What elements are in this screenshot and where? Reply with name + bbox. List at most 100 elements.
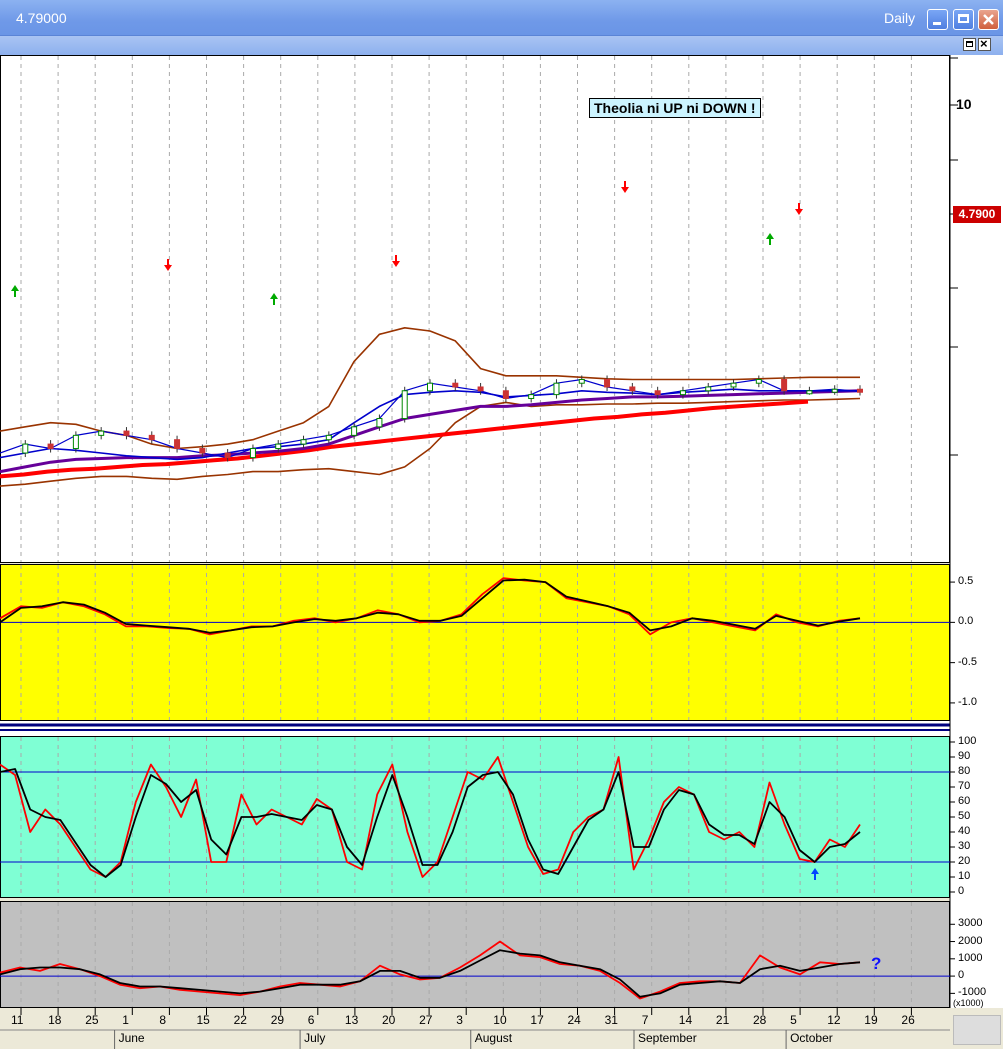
candle-body: [629, 386, 636, 392]
x-tick-label: 1: [122, 1013, 129, 1027]
x-tick-label: 28: [753, 1013, 767, 1027]
y-axis-label: 0.5: [958, 575, 974, 588]
x-month-label: July: [304, 1031, 326, 1045]
x-tick-label: 7: [641, 1013, 649, 1027]
candle-body: [224, 452, 231, 459]
candle-body: [730, 382, 737, 388]
candle-body: [123, 430, 130, 436]
x-tick-label: 20: [382, 1013, 396, 1027]
x-tick-label: 17: [530, 1013, 544, 1027]
x-tick-label: 24: [567, 1013, 581, 1027]
x-tick-label: 19: [864, 1013, 878, 1027]
candle-body: [452, 382, 459, 388]
x-tick-label: 8: [159, 1013, 167, 1027]
x-tick-label: 13: [344, 1013, 359, 1027]
question-annotation: ?: [871, 954, 882, 973]
chart-maximize-button[interactable]: [963, 38, 976, 51]
candle-body: [47, 443, 54, 450]
x-tick-label: 31: [604, 1013, 618, 1027]
x-tick-label: 15: [196, 1013, 210, 1027]
price-panel-bg: [0, 55, 950, 563]
y-axis-label: 60: [958, 795, 971, 807]
candle-body: [376, 418, 383, 428]
chart-canvas[interactable]: [0, 55, 1003, 1049]
candle-body: [427, 382, 433, 392]
maximize-button[interactable]: [953, 9, 974, 30]
candle-body: [199, 448, 206, 454]
x-month-label: September: [637, 1031, 697, 1045]
x-month-label: October: [790, 1031, 833, 1045]
candle-body: [806, 390, 813, 395]
x-tick-label: 10: [493, 1013, 507, 1027]
candle-body: [300, 439, 307, 445]
candle-body: [98, 430, 105, 436]
y-axis-label: -1.0: [958, 695, 977, 708]
chart-header-strip: [0, 36, 1003, 56]
x-tick-label: 26: [901, 1013, 915, 1027]
candle-body: [72, 434, 79, 450]
close-button[interactable]: [978, 9, 999, 30]
y-axis-label: 3000: [958, 917, 983, 930]
y-axis-label: 30: [958, 840, 971, 852]
scroll-box[interactable]: [953, 1015, 1001, 1045]
candle-body: [275, 443, 282, 450]
candle-body: [249, 448, 256, 459]
oscillator-panel-1-bg: [0, 564, 950, 721]
candle-body: [705, 386, 712, 392]
y-axis-label: 70: [958, 780, 971, 792]
candle-body: [857, 388, 863, 393]
window-title: 4.79000: [16, 10, 67, 26]
x-tick-label: 25: [85, 1013, 99, 1027]
x-tick-label: 3: [456, 1013, 463, 1027]
panel-separator: [0, 721, 950, 736]
y-axis-label: 1000: [958, 951, 983, 964]
y-axis-label: 90: [958, 750, 971, 762]
candle-body: [477, 386, 484, 392]
candle-body: [401, 390, 408, 420]
chart-annotation: Theolia ni UP ni DOWN !: [589, 98, 761, 118]
candle-body: [553, 382, 560, 396]
candle-body: [174, 439, 181, 450]
y-axis-label: 20: [958, 855, 971, 867]
x-tick-label: 12: [827, 1013, 841, 1027]
y-axis-label: -0.5: [958, 655, 977, 668]
y-axis-label: 40: [958, 825, 971, 837]
x-month-label: June: [118, 1031, 145, 1045]
volume-oscillator-panel-bg: [0, 901, 950, 1008]
y-axis-label: 0: [958, 885, 965, 897]
x-tick-label: 6: [307, 1013, 315, 1027]
y-axis-label: 0: [958, 969, 965, 982]
price-axis-label: 10: [956, 96, 972, 112]
close-icon: [983, 14, 994, 25]
candle-body: [604, 378, 611, 388]
candle-body: [578, 378, 585, 384]
candle-body: [351, 426, 358, 436]
minimize-button[interactable]: [927, 9, 948, 30]
candle-body: [325, 434, 332, 441]
y-axis-label: 0.0: [958, 615, 974, 628]
x-tick-label: 22: [233, 1013, 247, 1027]
x-tick-label: 18: [48, 1013, 62, 1027]
chart-close-button[interactable]: [978, 36, 991, 51]
x-tick-label: 29: [270, 1013, 285, 1027]
candle-body: [502, 390, 509, 399]
candle-body: [831, 388, 838, 393]
candle-body: [679, 390, 686, 396]
y-axis-label: 10: [958, 870, 971, 882]
candle-body: [654, 390, 661, 396]
x-tick-label: 11: [11, 1013, 24, 1027]
y-axis-label: 80: [958, 765, 971, 777]
unit-label: (x1000): [953, 998, 984, 1008]
last-price-tag: 4.7900: [953, 206, 1001, 223]
stochastic-panel-bg: [0, 736, 950, 898]
title-bar: 4.79000 Daily: [0, 0, 1003, 36]
candle-body: [781, 378, 788, 392]
x-tick-label: 14: [678, 1013, 693, 1027]
x-tick-label: 5: [790, 1013, 797, 1027]
candle-body: [755, 378, 762, 384]
candle-body: [528, 394, 535, 399]
x-tick-label: 27: [419, 1013, 433, 1027]
candle-body: [22, 443, 29, 454]
x-month-label: August: [474, 1031, 513, 1045]
timeframe-label[interactable]: Daily: [884, 10, 915, 26]
